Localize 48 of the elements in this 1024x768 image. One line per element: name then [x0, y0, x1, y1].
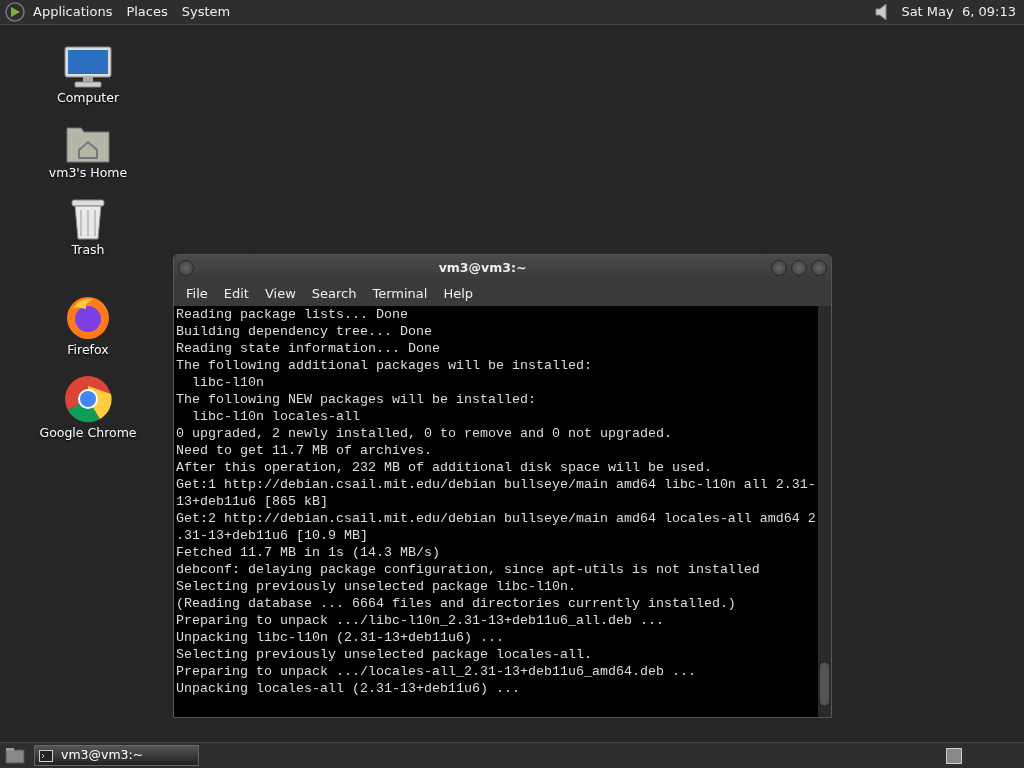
terminal-line: Need to get 11.7 MB of archives.: [176, 442, 433, 459]
desktop-icon-label[interactable]: Google Chrome: [39, 424, 137, 443]
terminal-icon: [39, 749, 53, 762]
terminal-line: After this operation, 232 MB of additional disk space will be used.: [176, 459, 713, 476]
desktop-icon-label[interactable]: Trash: [71, 240, 105, 260]
desktop-icon-label[interactable]: Firefox: [67, 341, 109, 360]
terminal-line: Fetched 11.7 MB in 1s (14.3 MB/s): [176, 544, 441, 561]
terminal-line: (Reading database ... 6664 files and directories currently installed.): [176, 595, 737, 612]
terminal-line: Get:1 http://debian.csail.mit.edu/debian bullseye/main amd64 libc-l10n all 2.31-: [176, 476, 816, 493]
terminal-line: Selecting previously unselected package libc-l10n.: [176, 578, 577, 595]
terminal-line: Get:2 http://debian.csail.mit.edu/debian bullseye/main amd64 locales-all amd64 2: [176, 510, 816, 527]
menu-item[interactable]: View: [256, 283, 304, 304]
computer-icon[interactable]: [63, 45, 113, 89]
terminal-line: The following NEW packages will be installed:: [176, 391, 537, 408]
menu-item[interactable]: Terminal: [364, 283, 436, 304]
terminal-line: libc-l10n locales-all: [191, 408, 361, 425]
clock[interactable]: Sat May 6, 09:13: [901, 2, 1016, 22]
menu-item[interactable]: Edit: [215, 283, 257, 304]
workspace-switcher[interactable]: [946, 747, 962, 764]
terminal-line: .31-13+deb11u6 [10.9 MB]: [176, 527, 369, 544]
show-desktop-icon[interactable]: [4, 746, 26, 765]
panel-menu[interactable]: Applications: [26, 2, 120, 22]
desktop-icon-label[interactable]: vm3's Home: [48, 163, 128, 183]
browser-icon[interactable]: [63, 374, 113, 424]
terminal-line: Building dependency tree... Done: [176, 323, 433, 340]
menu-item[interactable]: Help: [435, 283, 482, 304]
panel-menu[interactable]: Places: [119, 2, 175, 22]
window-title: vm3@vm3:~: [437, 258, 528, 277]
terminal-line: Reading state information... Done: [176, 340, 441, 357]
terminal-line: Preparing to unpack .../locales-all_2.31-13+deb11u6_amd64.deb ...: [176, 663, 697, 680]
desktop-icon-label[interactable]: Computer: [56, 89, 120, 108]
terminal-line: Preparing to unpack .../libc-l10n_2.31-13+deb11u6_all.deb ...: [176, 612, 665, 629]
scrollbar[interactable]: [817, 306, 831, 717]
terminal-line: The following additional packages will be installed:: [176, 357, 593, 374]
trash-icon[interactable]: [68, 196, 108, 241]
terminal-line: 13+deb11u6 [865 kB]: [176, 493, 329, 510]
terminal-line: debconf: delaying package configuration, since apt-utils is not installed: [176, 561, 761, 578]
taskbar-button[interactable]: vm3@vm3:~: [34, 745, 199, 766]
menu-item[interactable]: Search: [303, 283, 365, 304]
terminal-line: libc-l10n: [191, 374, 265, 391]
terminal-line: Unpacking libc-l10n (2.31-13+deb11u6) ...: [176, 629, 505, 646]
terminal-line: Reading package lists... Done: [176, 306, 409, 323]
panel-menu[interactable]: System: [174, 2, 238, 22]
terminal-line: Unpacking locales-all (2.31-13+deb11u6) ...: [176, 680, 521, 697]
terminal-line: 0 upgraded, 2 newly installed, 0 to remove and 0 not upgraded.: [176, 425, 673, 442]
terminal-line: Selecting previously unselected package locales-all.: [176, 646, 593, 663]
menu-item[interactable]: File: [178, 283, 216, 304]
menu-logo-icon[interactable]: [4, 1, 26, 23]
